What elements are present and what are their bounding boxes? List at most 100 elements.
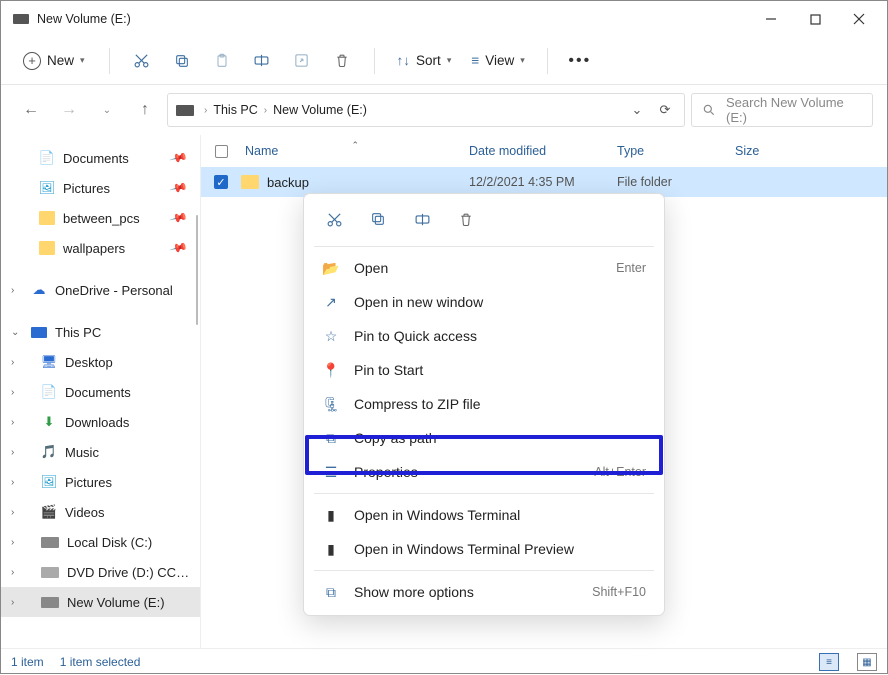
col-date[interactable]: Date modified — [469, 144, 617, 158]
sort-icon: ↑↓ — [397, 53, 411, 68]
disk-icon — [41, 537, 59, 548]
search-icon — [702, 103, 716, 117]
more-icon: ⧉ — [322, 584, 340, 601]
recent-button[interactable]: ⌄ — [91, 93, 123, 127]
ctx-open[interactable]: 📂OpenEnter — [310, 251, 658, 285]
rename-button[interactable] — [244, 44, 280, 78]
col-type[interactable]: Type — [617, 144, 735, 158]
ctx-delete-button[interactable] — [448, 204, 484, 234]
chevron-right-icon[interactable]: › — [11, 597, 14, 608]
share-button[interactable] — [284, 44, 320, 78]
quick-pictures[interactable]: 🖼Pictures📌 — [1, 173, 200, 203]
nav-music[interactable]: ›🎵Music — [1, 437, 200, 467]
nav-onedrive[interactable]: ›☁OneDrive - Personal — [1, 275, 200, 305]
quick-documents[interactable]: 📄Documents📌 — [1, 143, 200, 173]
close-button[interactable] — [837, 1, 881, 37]
pin-icon: 📌 — [169, 208, 189, 228]
view-button[interactable]: ≡ View ▾ — [463, 44, 532, 78]
drive-icon — [176, 105, 194, 116]
nav-new-volume-e[interactable]: ›New Volume (E:) — [1, 587, 200, 617]
download-icon: ⬇ — [41, 415, 57, 429]
properties-icon: ☰ — [322, 464, 340, 481]
chevron-right-icon[interactable]: › — [11, 537, 14, 548]
select-all-checkbox[interactable] — [215, 145, 228, 158]
chevron-right-icon[interactable]: › — [11, 417, 14, 428]
ctx-cut-button[interactable] — [316, 204, 352, 234]
col-size[interactable]: Size — [735, 144, 805, 158]
search-box[interactable]: Search New Volume (E:) — [691, 93, 873, 127]
breadcrumb-root[interactable]: This PC — [213, 103, 257, 117]
chevron-down-icon: ▾ — [520, 55, 525, 66]
chevron-right-icon[interactable]: › — [11, 477, 14, 488]
videos-icon: 🎬 — [41, 505, 57, 519]
nav-downloads[interactable]: ›⬇Downloads — [1, 407, 200, 437]
up-button[interactable]: ↑ — [129, 93, 161, 127]
nav-desktop[interactable]: ›🖥Desktop — [1, 347, 200, 377]
chevron-right-icon[interactable]: › — [11, 567, 14, 578]
new-label: New — [47, 53, 74, 68]
ctx-compress-zip[interactable]: 🗜Compress to ZIP file — [310, 387, 658, 421]
folder-icon — [39, 241, 55, 255]
chevron-right-icon[interactable]: › — [11, 357, 14, 368]
ctx-copy-button[interactable] — [360, 204, 396, 234]
nav-documents[interactable]: ›📄Documents — [1, 377, 200, 407]
copy-button[interactable] — [164, 44, 200, 78]
column-headers: Name⌃ Date modified Type Size — [201, 135, 887, 167]
context-menu: 📂OpenEnter ↗Open in new window ☆Pin to Q… — [303, 193, 665, 616]
delete-button[interactable] — [324, 44, 360, 78]
nav-videos[interactable]: ›🎬Videos — [1, 497, 200, 527]
cut-button[interactable] — [124, 44, 160, 78]
chevron-right-icon: › — [204, 105, 207, 116]
nav-pane[interactable]: 📄Documents📌 🖼Pictures📌 between_pcs📌 wall… — [1, 135, 201, 648]
pin-icon: 📌 — [169, 178, 189, 198]
back-button[interactable]: ← — [15, 93, 47, 127]
col-name[interactable]: Name⌃ — [241, 144, 469, 158]
nav-this-pc[interactable]: ⌄This PC — [1, 317, 200, 347]
nav-dvd-drive-d[interactable]: ›DVD Drive (D:) CCCOM… — [1, 557, 200, 587]
more-button[interactable]: ••• — [562, 44, 598, 78]
row-checkbox[interactable]: ✓ — [214, 175, 228, 189]
chevron-right-icon: › — [264, 105, 267, 116]
status-bar: 1 item 1 item selected ≡ ▦ — [1, 649, 887, 675]
sort-arrow-icon: ⌃ — [351, 140, 359, 151]
quick-between-pcs[interactable]: between_pcs📌 — [1, 203, 200, 233]
refresh-button[interactable]: ⟳ — [654, 102, 676, 118]
maximize-button[interactable] — [793, 1, 837, 37]
sort-label: Sort — [416, 53, 441, 68]
nav-pictures[interactable]: ›🖼Pictures — [1, 467, 200, 497]
folder-open-icon: 📂 — [322, 260, 340, 277]
pin-icon: 📌 — [169, 148, 189, 168]
chevron-right-icon[interactable]: › — [11, 387, 14, 398]
ctx-properties[interactable]: ☰PropertiesAlt+Enter — [310, 455, 658, 489]
new-button[interactable]: + New ▾ — [15, 44, 95, 78]
nav-local-disk-c[interactable]: ›Local Disk (C:) — [1, 527, 200, 557]
ctx-copy-path[interactable]: ⧉Copy as path — [310, 421, 658, 455]
forward-button[interactable]: → — [53, 93, 85, 127]
thumbnails-view-button[interactable]: ▦ — [857, 653, 877, 671]
terminal-icon: ▮ — [322, 507, 340, 524]
address-bar[interactable]: › This PC › New Volume (E:) ⌄ ⟳ — [167, 93, 685, 127]
quick-wallpapers[interactable]: wallpapers📌 — [1, 233, 200, 263]
ctx-pin-quick-access[interactable]: ☆Pin to Quick access — [310, 319, 658, 353]
paste-button[interactable] — [204, 44, 240, 78]
ctx-open-new-window[interactable]: ↗Open in new window — [310, 285, 658, 319]
ctx-show-more[interactable]: ⧉Show more optionsShift+F10 — [310, 575, 658, 609]
history-dropdown[interactable]: ⌄ — [626, 102, 648, 118]
chevron-right-icon[interactable]: › — [11, 285, 14, 296]
breadcrumb-current[interactable]: New Volume (E:) — [273, 103, 367, 117]
minimize-button[interactable] — [749, 1, 793, 37]
row-type: File folder — [617, 175, 735, 189]
chevron-right-icon[interactable]: › — [11, 447, 14, 458]
copy-path-icon: ⧉ — [322, 430, 340, 447]
ctx-rename-button[interactable] — [404, 204, 440, 234]
folder-icon — [241, 175, 259, 189]
ctx-open-terminal-preview[interactable]: ▮Open in Windows Terminal Preview — [310, 532, 658, 566]
chevron-down-icon[interactable]: ⌄ — [11, 327, 19, 338]
sort-button[interactable]: ↑↓ Sort ▾ — [389, 44, 460, 78]
chevron-down-icon: ▾ — [80, 55, 85, 66]
chevron-right-icon[interactable]: › — [11, 507, 14, 518]
chevron-down-icon: ▾ — [447, 55, 452, 66]
ctx-pin-start[interactable]: 📍Pin to Start — [310, 353, 658, 387]
details-view-button[interactable]: ≡ — [819, 653, 839, 671]
ctx-open-terminal[interactable]: ▮Open in Windows Terminal — [310, 498, 658, 532]
